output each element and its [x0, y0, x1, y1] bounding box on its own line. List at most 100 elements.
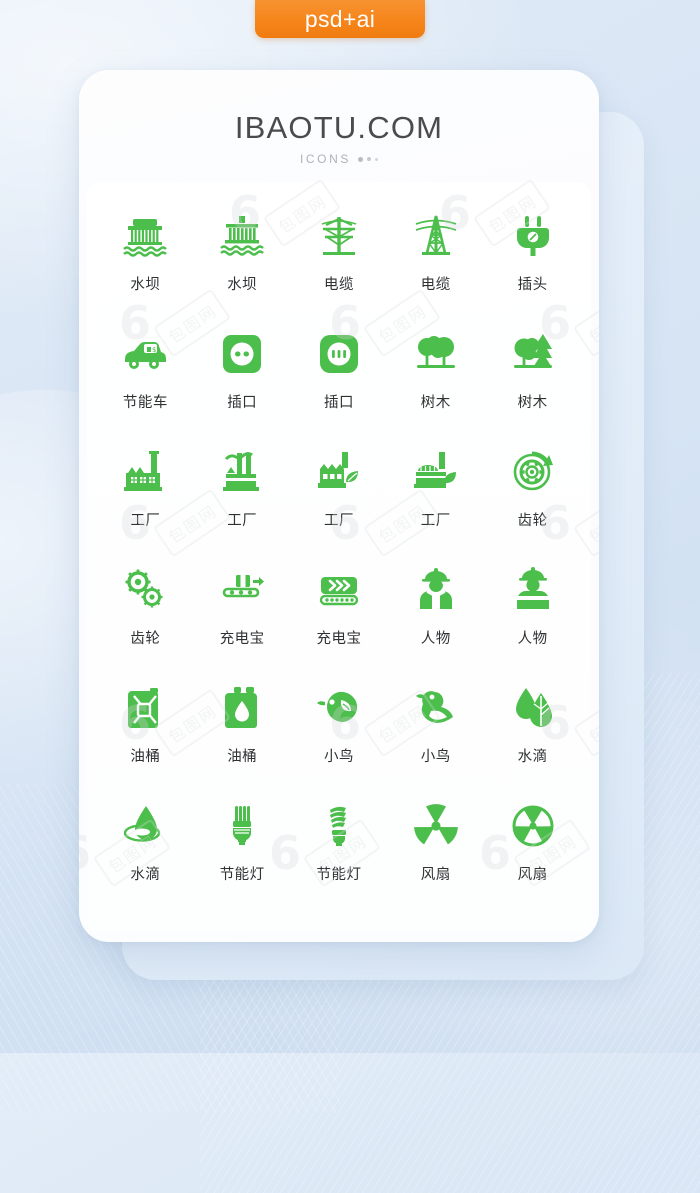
icon-label: 工厂 — [130, 513, 161, 529]
icon-label: 风扇 — [420, 867, 451, 883]
icon-label: 水坝 — [130, 277, 161, 293]
icon-cell-gears[interactable]: 齿轮 — [97, 550, 194, 668]
icon-cell-eco-car[interactable]: $ 节能车 — [97, 314, 194, 432]
icon-cell-fan-1[interactable]: 风扇 — [387, 786, 484, 904]
icon-cell-socket-1[interactable]: 插口 — [194, 314, 291, 432]
icon-label: 小鸟 — [323, 749, 354, 765]
dam-1-icon — [120, 210, 170, 262]
plug-icon — [508, 210, 558, 262]
icon-label: 树木 — [517, 395, 548, 411]
icon-label: 水滴 — [130, 867, 161, 883]
icon-set-card: IBAOTU.COM ICONS 水坝 水坝 电缆 电缆 插头 $ 节能车 插口 插口 树木 树木工… — [79, 70, 599, 942]
icon-grid: 水坝 水坝 电缆 电缆 插头 $ 节能车 插口 插口 树木 树木 工厂 工厂 工厂 工厂 齿轮 齿轮 充电宝 充电宝… — [97, 196, 581, 904]
page-title: IBAOTU.COM — [234, 110, 444, 145]
dots-icon — [358, 156, 378, 162]
icon-label: 水坝 — [227, 277, 258, 293]
icon-label: 插口 — [323, 395, 354, 411]
bird-2-icon — [411, 682, 461, 734]
icon-cell-eco-lamp-2[interactable]: 节能灯 — [291, 786, 388, 904]
icon-cell-bird-2[interactable]: 小鸟 — [387, 668, 484, 786]
brand-subtitle: ICONS — [79, 152, 599, 166]
psd-ai-badge: psd+ai — [255, 0, 425, 38]
brand-subtitle-text: ICONS — [299, 152, 351, 166]
oil-can-2-icon — [217, 682, 267, 734]
eco-car-icon: $ — [120, 328, 170, 380]
icon-label: 电缆 — [323, 277, 354, 293]
icon-cell-fan-2[interactable]: 风扇 — [484, 786, 581, 904]
trees-2-icon — [508, 328, 558, 380]
gear-recycle-icon — [508, 446, 558, 498]
icon-cell-conveyor-1[interactable]: 充电宝 — [194, 550, 291, 668]
icon-cell-trees-2[interactable]: 树木 — [484, 314, 581, 432]
icon-grid-panel: 水坝 水坝 电缆 电缆 插头 $ 节能车 插口 插口 树木 树木 工厂 工厂 工厂 工厂 齿轮 齿轮 充电宝 充电宝… — [87, 182, 591, 932]
icon-cell-factory-2[interactable]: 工厂 — [194, 432, 291, 550]
factory-3-icon — [314, 446, 364, 498]
icon-cell-trees-1[interactable]: 树木 — [387, 314, 484, 432]
icon-label: 齿轮 — [517, 513, 548, 529]
icon-cell-worker-2[interactable]: 人物 — [484, 550, 581, 668]
icon-cell-eco-lamp-1[interactable]: 节能灯 — [194, 786, 291, 904]
worker-2-icon — [508, 564, 558, 616]
icon-label: 充电宝 — [316, 631, 362, 647]
water-drop-1-icon — [508, 682, 558, 734]
icon-cell-factory-3[interactable]: 工厂 — [291, 432, 388, 550]
worker-1-icon — [411, 564, 461, 616]
icon-cell-dam-1[interactable]: 水坝 — [97, 196, 194, 314]
icon-cell-worker-1[interactable]: 人物 — [387, 550, 484, 668]
water-drop-2-icon — [120, 800, 170, 852]
eco-lamp-1-icon — [217, 800, 267, 852]
fan-1-icon — [411, 800, 461, 852]
icon-label: 风扇 — [517, 867, 548, 883]
icon-label: 树木 — [420, 395, 451, 411]
icon-label: 油桶 — [130, 749, 161, 765]
gears-icon — [120, 564, 170, 616]
icon-cell-conveyor-2[interactable]: 充电宝 — [291, 550, 388, 668]
oil-can-1-icon — [120, 682, 170, 734]
factory-2-icon — [217, 446, 267, 498]
socket-1-icon — [217, 328, 267, 380]
icon-cell-oil-can-2[interactable]: 油桶 — [194, 668, 291, 786]
icon-cell-cable-1[interactable]: 电缆 — [291, 196, 388, 314]
conveyor-1-icon — [217, 564, 267, 616]
icon-cell-cable-2[interactable]: 电缆 — [387, 196, 484, 314]
icon-cell-dam-2[interactable]: 水坝 — [194, 196, 291, 314]
icon-label: 齿轮 — [130, 631, 161, 647]
cable-2-icon — [411, 210, 461, 262]
icon-label: 工厂 — [323, 513, 354, 529]
icon-label: 工厂 — [227, 513, 258, 529]
icon-cell-gear-recycle[interactable]: 齿轮 — [484, 432, 581, 550]
fan-2-icon — [508, 800, 558, 852]
icon-label: 小鸟 — [420, 749, 451, 765]
icon-cell-bird-1[interactable]: 小鸟 — [291, 668, 388, 786]
icon-cell-factory-4[interactable]: 工厂 — [387, 432, 484, 550]
icon-cell-socket-2[interactable]: 插口 — [291, 314, 388, 432]
eco-lamp-2-icon — [314, 800, 364, 852]
icon-label: 油桶 — [227, 749, 258, 765]
icon-cell-water-drop-1[interactable]: 水滴 — [484, 668, 581, 786]
conveyor-2-icon — [314, 564, 364, 616]
icon-label: 充电宝 — [219, 631, 265, 647]
factory-4-icon — [411, 446, 461, 498]
icon-label: 插头 — [517, 277, 548, 293]
icon-label: 节能车 — [122, 395, 168, 411]
icon-cell-water-drop-2[interactable]: 水滴 — [97, 786, 194, 904]
icon-label: 节能灯 — [219, 867, 265, 883]
icon-label: 工厂 — [420, 513, 451, 529]
icon-label: 插口 — [227, 395, 258, 411]
icon-label: 电缆 — [420, 277, 451, 293]
icon-cell-oil-can-1[interactable]: 油桶 — [97, 668, 194, 786]
factory-1-icon — [120, 446, 170, 498]
badge-label: psd+ai — [304, 5, 376, 32]
icon-label: 人物 — [517, 631, 548, 647]
icon-label: 水滴 — [517, 749, 548, 765]
cable-1-icon — [314, 210, 364, 262]
icon-cell-factory-1[interactable]: 工厂 — [97, 432, 194, 550]
trees-1-icon — [411, 328, 461, 380]
svg-text:$: $ — [152, 346, 156, 354]
icon-cell-plug[interactable]: 插头 — [484, 196, 581, 314]
socket-2-icon — [314, 328, 364, 380]
brand-block: IBAOTU.COM ICONS — [79, 110, 599, 166]
dam-2-icon — [217, 210, 267, 262]
icon-label: 节能灯 — [316, 867, 362, 883]
icon-label: 人物 — [420, 631, 451, 647]
